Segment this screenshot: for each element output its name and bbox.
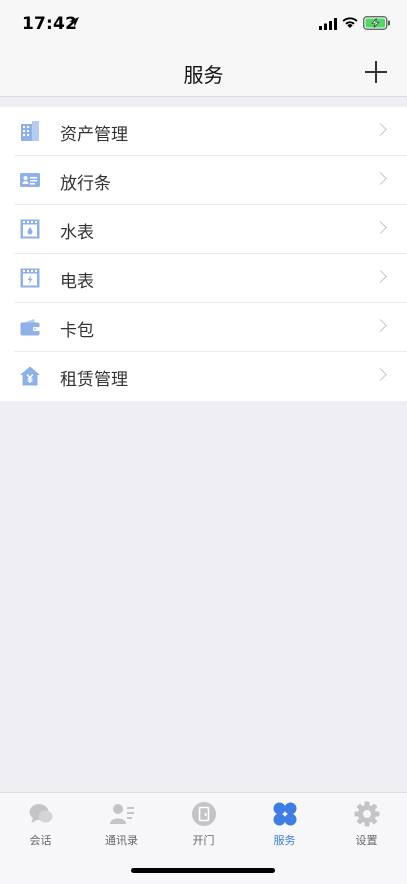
chevron-right-icon [374,172,387,185]
wifi-icon [342,17,358,28]
menu-item-label: 水表 [60,223,94,243]
menu-item-label: 电表 [60,272,94,292]
navigation-bar: 服务 [0,48,407,97]
tab-services[interactable]: 服务 [244,793,325,853]
tab-label: 开门 [192,834,215,847]
clover-icon [273,802,297,826]
tab-label: 通讯录 [105,834,138,847]
menu-item-asset-management[interactable]: 资产管理 [0,107,407,156]
chevron-right-icon [374,368,387,381]
add-button[interactable] [363,59,389,85]
menu-item-label: 租赁管理 [60,370,128,390]
water-meter-icon [20,219,40,239]
location-arrow-icon [69,17,79,27]
home-indicator[interactable] [131,868,275,873]
tab-contacts[interactable]: 通讯录 [81,793,162,853]
chevron-right-icon [374,221,387,234]
gear-icon [354,801,380,827]
chevron-right-icon [374,319,387,332]
electric-meter-icon [20,268,40,288]
menu-item-label: 资产管理 [60,125,128,145]
menu-item-electric-meter[interactable]: 电表 [0,254,407,303]
chevron-right-icon [374,270,387,283]
wallet-icon [20,319,40,336]
door-icon [192,802,216,826]
page-title: 服务 [183,63,224,87]
tab-label: 服务 [273,834,296,847]
menu-item-lease-management[interactable]: 租赁管理 [0,352,407,401]
menu-item-label: 放行条 [60,174,111,194]
contacts-icon [110,804,134,824]
tab-label: 设置 [355,834,378,847]
tab-label: 会话 [29,834,52,847]
menu-item-release-pass[interactable]: 放行条 [0,156,407,205]
battery-charging-icon [363,16,390,30]
status-bar: 17:42 [0,0,407,48]
menu-item-label: 卡包 [60,321,94,341]
tab-open-door[interactable]: 开门 [163,793,244,853]
menu-item-card-wallet[interactable]: 卡包 [0,303,407,352]
tab-settings[interactable]: 设置 [326,793,407,853]
chevron-right-icon [374,123,387,136]
id-card-icon [20,173,40,187]
menu-item-water-meter[interactable]: 水表 [0,205,407,254]
chat-icon [29,804,53,823]
house-yen-icon [20,366,40,386]
building-icon [21,121,39,141]
tab-chat[interactable]: 会话 [0,793,81,853]
service-menu-list: 资产管理 放行条 水表 电表 卡包 租赁管理 [0,107,407,401]
cellular-signal-icon [319,18,337,30]
